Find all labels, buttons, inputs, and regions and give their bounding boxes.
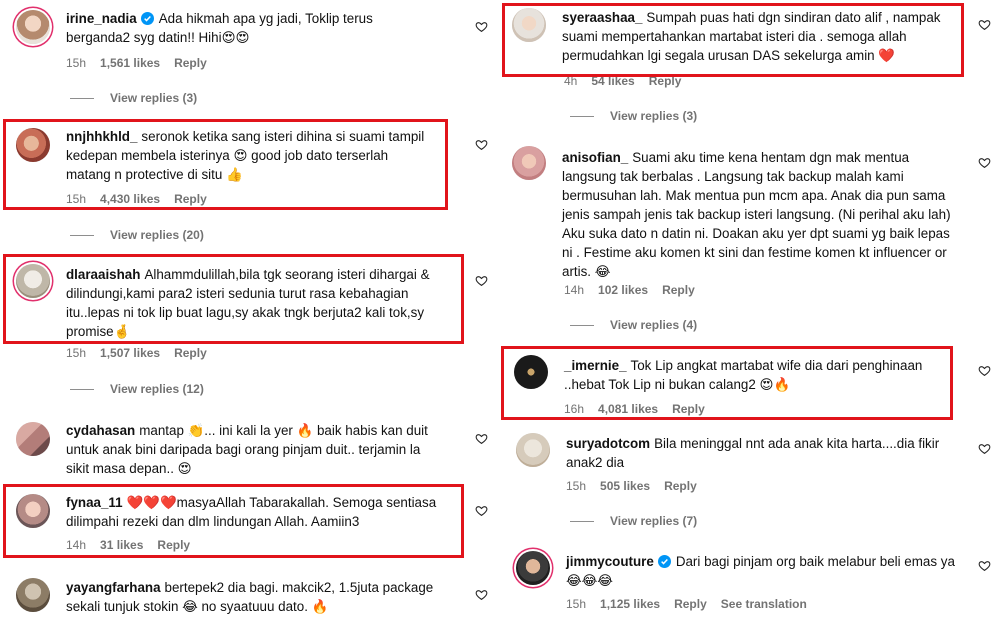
comment-text: suryadotcom Bila meninggal nnt ada anak k… — [566, 434, 956, 472]
comment-meta: 15h 505 likes Reply — [566, 479, 711, 493]
reply-button[interactable]: Reply — [674, 597, 707, 611]
username[interactable]: cydahasan — [66, 423, 135, 438]
comment-meta: 14h 102 likes Reply — [564, 283, 709, 297]
avatar[interactable] — [516, 551, 550, 585]
comment-meta: 15h 1,507 likes Reply — [66, 346, 221, 360]
reply-button[interactable]: Reply — [662, 283, 695, 297]
comment-meta: 15h 1,125 likes Reply See translation — [566, 597, 821, 611]
comment-body: Suami aku time kena hentam dgn mak mentu… — [562, 150, 951, 279]
comment-text: cydahasan mantap 👏... ini kali la yer 🔥 b… — [66, 421, 446, 478]
comment-item: anisofian_ Suami aku time kena hentam dgn… — [500, 142, 1000, 337]
comment-time: 15h — [66, 56, 87, 70]
like-count[interactable]: 102 likes — [598, 283, 648, 297]
like-count[interactable]: 1,507 likes — [100, 346, 160, 360]
reply-button[interactable]: Reply — [174, 56, 207, 70]
username[interactable]: yayangfarhana — [66, 580, 161, 595]
comment-text: yayangfarhana bertepek2 dia bagi. makcik2… — [66, 578, 456, 616]
heart-icon[interactable] — [475, 504, 488, 517]
username[interactable]: suryadotcom — [566, 436, 650, 451]
comment-time: 15h — [566, 479, 587, 493]
highlight-box — [501, 346, 953, 420]
like-count[interactable]: 505 likes — [600, 479, 650, 493]
view-replies-button[interactable]: View replies (4) — [570, 318, 697, 332]
comment-item: jimmycouture Dari bagi pinjam org baik me… — [500, 545, 1000, 623]
avatar[interactable] — [512, 146, 546, 180]
heart-icon[interactable] — [978, 559, 991, 572]
see-translation-button[interactable]: See translation — [721, 597, 807, 611]
reply-button[interactable]: Reply — [664, 479, 697, 493]
view-replies-button[interactable]: View replies (3) — [70, 91, 197, 105]
comment-time: 14h — [564, 283, 585, 297]
reply-button[interactable]: Reply — [174, 346, 207, 360]
highlight-box — [3, 484, 464, 558]
username[interactable]: irine_nadia — [66, 11, 137, 26]
comment-item: cydahasan mantap 👏... ini kali la yer 🔥 b… — [0, 414, 500, 484]
like-count[interactable]: 1,125 likes — [600, 597, 660, 611]
avatar[interactable] — [16, 10, 50, 44]
heart-icon[interactable] — [475, 432, 488, 445]
username[interactable]: jimmycouture — [566, 554, 654, 569]
heart-icon[interactable] — [978, 364, 991, 377]
username[interactable]: anisofian_ — [562, 150, 628, 165]
highlight-box — [3, 119, 448, 210]
view-replies-button[interactable]: View replies (20) — [70, 228, 204, 242]
comment-time: 15h — [66, 346, 87, 360]
comment-item: irine_nadia Ada hikmah apa yg jadi, Tokli… — [0, 0, 500, 110]
heart-icon[interactable] — [978, 156, 991, 169]
verified-badge-icon — [657, 555, 671, 568]
comment-text: anisofian_ Suami aku time kena hentam dgn… — [562, 148, 962, 281]
avatar[interactable] — [516, 433, 550, 467]
heart-icon[interactable] — [475, 274, 488, 287]
view-replies-button[interactable]: View replies (3) — [570, 109, 697, 123]
heart-icon[interactable] — [978, 442, 991, 455]
heart-icon[interactable] — [475, 20, 488, 33]
comment-item: suryadotcom Bila meninggal nnt ada anak k… — [500, 428, 1000, 533]
comment-meta: 15h 1,561 likes Reply — [66, 56, 221, 70]
highlight-box — [502, 3, 964, 77]
comment-item: yayangfarhana bertepek2 dia bagi. makcik2… — [0, 572, 500, 623]
comment-time: 15h — [566, 597, 587, 611]
view-replies-button[interactable]: View replies (12) — [70, 382, 204, 396]
comment-text: irine_nadia Ada hikmah apa yg jadi, Tokli… — [66, 9, 426, 47]
avatar[interactable] — [16, 422, 50, 456]
view-replies-button[interactable]: View replies (7) — [570, 514, 697, 528]
highlight-box — [3, 254, 464, 344]
heart-icon[interactable] — [475, 138, 488, 151]
avatar[interactable] — [16, 578, 50, 612]
heart-icon[interactable] — [475, 588, 488, 601]
heart-icon[interactable] — [978, 18, 991, 31]
verified-badge-icon — [140, 12, 154, 25]
comment-text: jimmycouture Dari bagi pinjam org baik me… — [566, 552, 966, 590]
like-count[interactable]: 1,561 likes — [100, 56, 160, 70]
